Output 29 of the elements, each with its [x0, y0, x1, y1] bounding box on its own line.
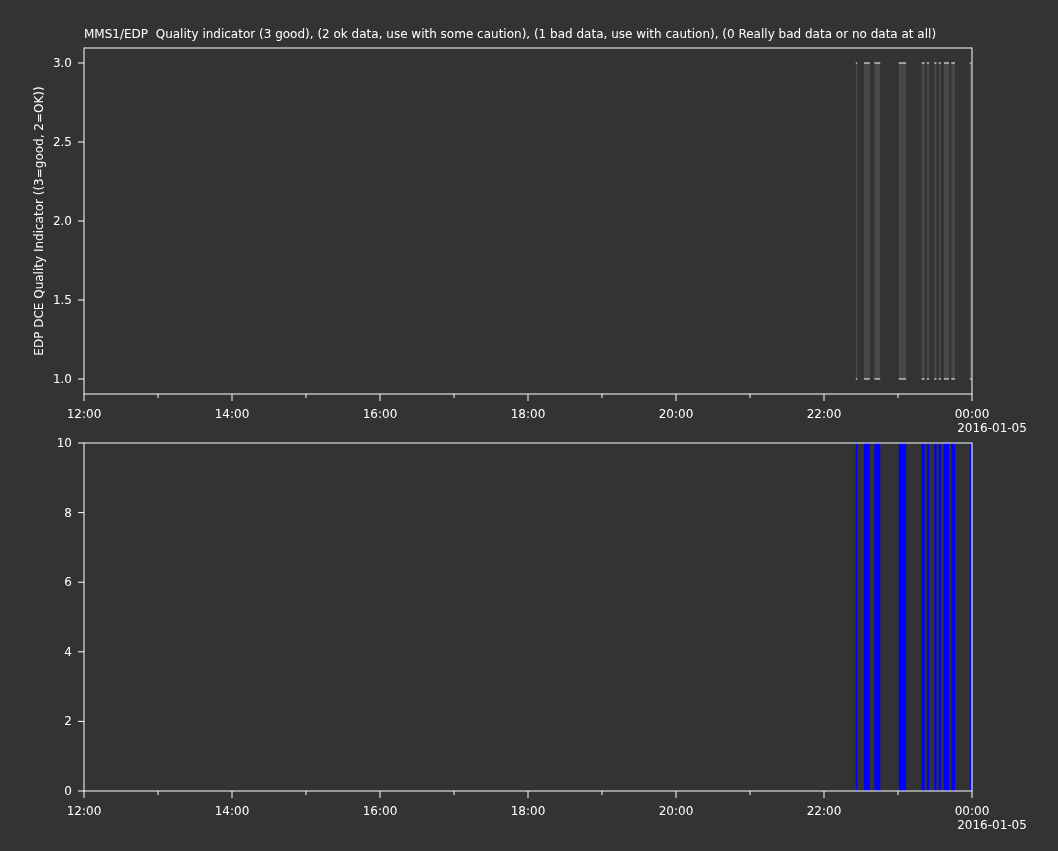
y-tick-label: 10: [56, 436, 72, 450]
y-tick-label: 3.0: [52, 56, 72, 70]
x-tick-label: 20:00: [658, 804, 694, 818]
x-tick-label: 12:00: [66, 804, 102, 818]
x-tick-label: 12:00: [66, 407, 102, 421]
y-tick-label: 1.5: [52, 293, 72, 307]
y-axis-label: EDP DCE Quality Indicator ((3=good, 2=OK)): [32, 86, 46, 356]
date-label: 2016-01-05: [957, 421, 1027, 435]
x-tick-label: 14:00: [214, 804, 250, 818]
x-tick-label: 18:00: [510, 804, 546, 818]
x-tick-label: 18:00: [510, 407, 546, 421]
y-tick-label: 4: [64, 644, 72, 659]
x-tick-label: 16:00: [362, 407, 398, 421]
x-tick-label: 00:00: [954, 407, 990, 421]
y-tick-label: 8: [64, 505, 72, 520]
x-tick-label: 16:00: [362, 804, 398, 818]
x-tick-label: 22:00: [806, 407, 842, 421]
y-tick-label: 1.0: [52, 372, 72, 386]
date-label: 2016-01-05: [957, 818, 1027, 832]
y-tick-label: 0: [64, 784, 72, 798]
y-tick-label: 6: [64, 575, 72, 590]
x-tick-label: 20:00: [658, 407, 694, 421]
y-tick-label: 2.0: [52, 214, 72, 228]
x-tick-label: 22:00: [806, 804, 842, 818]
plot-title: MMS1/EDP Quality indicator (3 good), (2 ok data, use with some caution), (1 bad data, use with caution), (0 Really bad data or no data at all): [84, 27, 937, 41]
x-tick-label: 00:00: [954, 804, 990, 818]
y-tick-label: 2.5: [52, 135, 72, 149]
y-tick-label: 2: [64, 714, 72, 729]
x-tick-label: 14:00: [214, 407, 250, 421]
